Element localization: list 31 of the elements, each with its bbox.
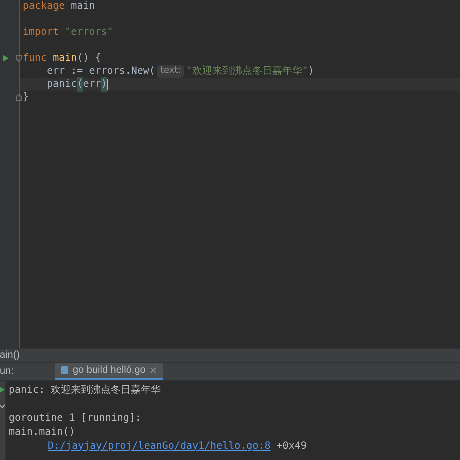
code-token: } bbox=[23, 91, 30, 105]
run-icon[interactable] bbox=[3, 55, 9, 62]
code-token: err := errors.New( bbox=[46, 65, 156, 79]
code-token: "欢迎来到沸点冬日嘉年华" bbox=[186, 64, 308, 79]
code-token: "errors" bbox=[64, 26, 114, 40]
rerun-icon[interactable] bbox=[0, 387, 5, 393]
console-text: main.main() bbox=[9, 426, 76, 440]
code-token: err bbox=[83, 78, 102, 92]
code-token: ) bbox=[308, 65, 314, 79]
code-token: func bbox=[23, 52, 48, 66]
breadcrumb[interactable]: ain() bbox=[0, 348, 20, 363]
code-token: main bbox=[52, 52, 78, 66]
code-token: panic bbox=[46, 78, 78, 92]
code-token: import bbox=[23, 26, 60, 40]
code-token: () { bbox=[77, 52, 102, 66]
arrow-down-icon[interactable] bbox=[0, 403, 5, 409]
fold-icon[interactable] bbox=[16, 94, 22, 101]
matched-brace: ) bbox=[101, 77, 108, 92]
file-link[interactable]: D:/jayjay/proj/leanGo/day1/hello.go:8 bbox=[48, 438, 271, 454]
run-panel-label: un: bbox=[0, 365, 15, 379]
console-text: panic: 欢迎来到沸点冬日嘉年华 bbox=[9, 384, 162, 398]
code-token: package bbox=[23, 0, 66, 14]
console-text: +0x49 bbox=[276, 440, 307, 454]
code-token: main bbox=[70, 0, 96, 14]
matched-brace: ( bbox=[77, 77, 84, 92]
fold-icon[interactable] bbox=[16, 55, 22, 62]
go-file-icon bbox=[61, 366, 69, 375]
run-tab[interactable]: go build helló.go bbox=[55, 363, 163, 380]
parameter-hint: text: bbox=[157, 64, 184, 78]
close-icon[interactable] bbox=[150, 367, 157, 374]
console-text: goroutine 1 [running]: bbox=[9, 412, 142, 426]
